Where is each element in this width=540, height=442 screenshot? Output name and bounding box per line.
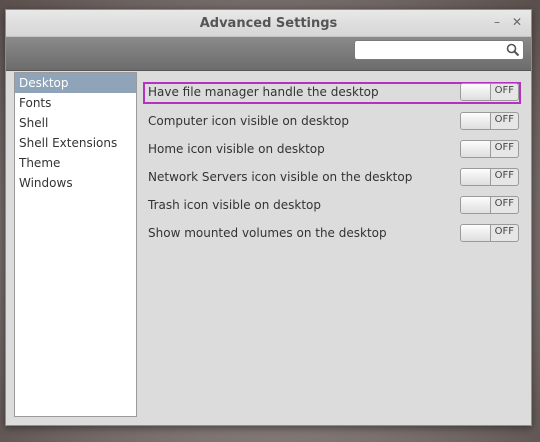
close-icon[interactable]: ✕ <box>512 15 522 29</box>
sidebar-item-fonts[interactable]: Fonts <box>15 93 136 113</box>
setting-label: Trash icon visible on desktop <box>148 198 322 212</box>
toggle-state: OFF <box>494 170 514 181</box>
setting-file-manager-desktop: Have file manager handle the desktop OFF <box>143 82 521 104</box>
setting-label: Network Servers icon visible on the desk… <box>148 170 413 184</box>
toggle-state: OFF <box>494 226 514 237</box>
sidebar: Desktop Fonts Shell Shell Extensions The… <box>14 72 137 417</box>
toggle-state: OFF <box>494 85 514 96</box>
toggle-thumb[interactable] <box>461 197 491 213</box>
toolbar <box>6 37 531 71</box>
toggle-thumb[interactable] <box>461 169 491 185</box>
sidebar-item-shell[interactable]: Shell <box>15 113 136 133</box>
sidebar-item-windows[interactable]: Windows <box>15 173 136 193</box>
sidebar-item-shell-extensions[interactable]: Shell Extensions <box>15 133 136 153</box>
setting-mounted-volumes: Show mounted volumes on the desktop OFF <box>143 223 521 245</box>
settings-panel: Have file manager handle the desktop OFF… <box>139 72 527 417</box>
search-box[interactable] <box>354 40 524 60</box>
settings-window: Advanced Settings – ✕ Desktop Fonts Shel… <box>5 9 532 426</box>
computer-icon-toggle[interactable]: OFF <box>460 112 519 130</box>
search-icon[interactable] <box>506 43 520 57</box>
setting-home-icon: Home icon visible on desktop OFF <box>143 139 521 161</box>
toggle-state: OFF <box>494 198 514 209</box>
sidebar-item-theme[interactable]: Theme <box>15 153 136 173</box>
mounted-volumes-toggle[interactable]: OFF <box>460 224 519 242</box>
toggle-state: OFF <box>494 114 514 125</box>
toggle-thumb[interactable] <box>461 84 491 100</box>
toggle-state: OFF <box>494 142 514 153</box>
setting-trash-icon: Trash icon visible on desktop OFF <box>143 195 521 217</box>
toggle-thumb[interactable] <box>461 225 491 241</box>
home-icon-toggle[interactable]: OFF <box>460 140 519 158</box>
file-manager-desktop-toggle[interactable]: OFF <box>460 83 519 101</box>
minimize-icon[interactable]: – <box>494 15 500 29</box>
toggle-thumb[interactable] <box>461 141 491 157</box>
setting-label: Computer icon visible on desktop <box>148 114 349 128</box>
toggle-thumb[interactable] <box>461 113 491 129</box>
setting-network-servers-icon: Network Servers icon visible on the desk… <box>143 167 521 189</box>
search-input[interactable] <box>358 42 498 58</box>
window-title: Advanced Settings <box>199 16 338 31</box>
setting-label: Show mounted volumes on the desktop <box>148 226 387 240</box>
setting-label: Have file manager handle the desktop <box>148 85 379 99</box>
title-bar: Advanced Settings – ✕ <box>6 10 531 37</box>
trash-icon-toggle[interactable]: OFF <box>460 196 519 214</box>
network-servers-icon-toggle[interactable]: OFF <box>460 168 519 186</box>
setting-computer-icon: Computer icon visible on desktop OFF <box>143 111 521 133</box>
sidebar-item-desktop[interactable]: Desktop <box>15 73 136 93</box>
setting-label: Home icon visible on desktop <box>148 142 325 156</box>
